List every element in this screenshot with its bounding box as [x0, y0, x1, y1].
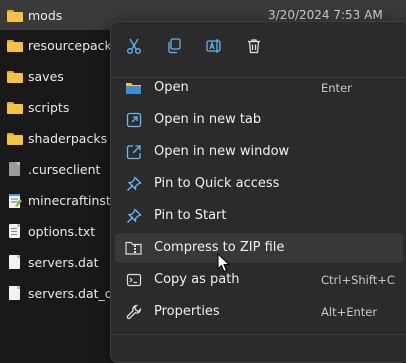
folder-icon — [7, 69, 23, 83]
menu-item-pin-to-start[interactable]: Pin to Start — [115, 201, 403, 231]
cut-icon[interactable] — [123, 35, 145, 57]
menu-item-compress-to-zip[interactable]: Compress to ZIP file — [115, 233, 403, 263]
menu-item-label: Properties — [154, 304, 220, 319]
file-name: saves — [28, 68, 64, 84]
menu-item-label: Open in new window — [154, 144, 290, 159]
file-icon — [7, 255, 23, 269]
delete-icon[interactable] — [243, 35, 265, 57]
new-tab-icon — [125, 112, 143, 128]
menu-item-open-in-new-window[interactable]: Open in new window — [115, 137, 403, 167]
wrench-icon — [125, 304, 143, 320]
menu-item-label: Open in new tab — [154, 112, 262, 127]
folder-icon — [7, 38, 23, 52]
copy-icon[interactable] — [163, 35, 185, 57]
folder-icon — [7, 100, 23, 114]
copy-path-icon — [125, 272, 143, 288]
menu-item-shortcut: Enter — [321, 81, 352, 95]
pin-icon — [125, 208, 143, 224]
zip-icon — [125, 240, 143, 256]
menu-item-pin-to-quick-access[interactable]: Pin to Quick access — [115, 169, 403, 199]
menu-divider — [111, 334, 406, 335]
menu-item-label: Pin to Start — [154, 208, 227, 223]
menu-item-label: Pin to Quick access — [154, 176, 280, 191]
menu-item-open[interactable]: Open Enter — [115, 73, 403, 103]
rename-icon[interactable] — [203, 35, 225, 57]
menu-item-open-in-new-tab[interactable]: Open in new tab — [115, 105, 403, 135]
file-name: servers.dat — [28, 254, 99, 270]
menu-item-shortcut: Alt+Enter — [321, 305, 378, 319]
notepad-file-icon — [7, 193, 23, 208]
quick-actions-bar — [111, 22, 406, 70]
menu-item-properties[interactable]: Properties Alt+Enter — [115, 297, 403, 327]
file-name: options.txt — [28, 223, 96, 239]
file-name: .curseclient — [28, 161, 101, 177]
menu-item-label: Copy as path — [154, 272, 240, 287]
menu-item-label: Open — [154, 80, 189, 95]
mouse-cursor — [217, 252, 231, 273]
file-name: resourcepacks — [28, 37, 119, 53]
menu-item-shortcut: Ctrl+Shift+C — [321, 273, 395, 287]
open-folder-icon — [125, 80, 143, 96]
text-file-icon — [7, 224, 23, 238]
pin-icon — [125, 176, 143, 192]
folder-icon — [7, 131, 23, 145]
file-icon — [7, 162, 23, 176]
folder-icon — [7, 8, 23, 22]
file-name: scripts — [28, 99, 70, 115]
file-date-modified: 3/20/2024 7:53 AM — [268, 8, 383, 22]
new-window-icon — [125, 144, 143, 160]
menu-item-copy-as-path[interactable]: Copy as path Ctrl+Shift+C — [115, 265, 403, 295]
file-icon — [7, 286, 23, 300]
file-name: shaderpacks — [28, 130, 108, 146]
context-menu: Open Enter Open in new tab Open in new w… — [110, 21, 406, 363]
file-name: mods — [28, 7, 63, 23]
